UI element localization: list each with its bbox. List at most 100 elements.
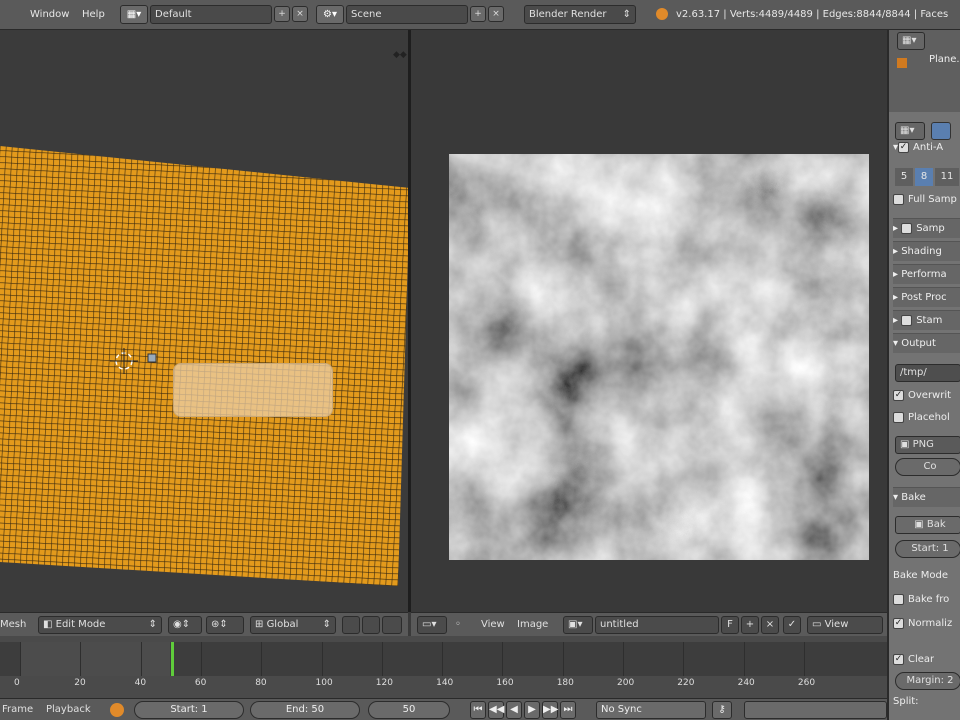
play-icon[interactable]: ▶ — [524, 701, 540, 719]
split-handle-icon[interactable]: ◆◆ — [393, 50, 408, 60]
jump-start-icon[interactable]: ⏮ — [470, 701, 486, 719]
expand-menus-icon[interactable]: ◦ — [455, 616, 461, 634]
sample-8-button[interactable]: 8 — [915, 168, 933, 186]
sync-select[interactable]: No Sync — [596, 701, 706, 719]
vertex-select-icon[interactable] — [342, 616, 360, 634]
bake-start-field[interactable]: Start: 1 — [895, 540, 960, 558]
section-shading[interactable]: ▸ Shading — [893, 241, 960, 261]
overwrite-checkbox[interactable]: ✓ — [893, 389, 904, 401]
timeline-tick-label: 40 — [134, 678, 147, 688]
fake-user-icon[interactable]: F — [721, 616, 739, 634]
remove-layout-icon[interactable]: × — [292, 6, 308, 22]
overwrite-row[interactable]: ✓ Overwrit — [893, 386, 951, 406]
viewport-shading-select[interactable]: ◉⇕ — [168, 616, 202, 634]
menu-help[interactable]: Help — [82, 6, 105, 24]
reverse-play-icon[interactable]: ◀ — [506, 701, 522, 719]
render-engine-select[interactable]: Blender Render ⇕ — [524, 5, 636, 24]
edit-mode-icon: ◧ — [43, 619, 56, 630]
scene-icon[interactable]: ⚙▾ — [316, 5, 344, 24]
editor-type-icon[interactable]: ▭▾ — [417, 616, 447, 634]
timeline-track[interactable] — [0, 642, 887, 676]
screen-layout-icon[interactable]: ▦▾ — [120, 5, 148, 24]
timeline-tick-label: 140 — [436, 678, 454, 688]
bake-from-checkbox[interactable] — [893, 593, 904, 605]
unlink-image-icon[interactable]: × — [761, 616, 779, 634]
anti-alias-checkbox[interactable]: ✓ — [898, 141, 910, 153]
menu-mesh[interactable]: Mesh — [0, 616, 26, 634]
anti-alias-row[interactable]: ▾ ✓ Anti-A — [893, 138, 943, 158]
add-scene-icon[interactable]: + — [470, 6, 486, 22]
outliner-item-plane[interactable]: Plane.0 — [929, 54, 960, 65]
remove-scene-icon[interactable]: × — [488, 6, 504, 22]
placeholders-row[interactable]: Placehol — [893, 408, 950, 428]
color-mode-button[interactable]: Co — [895, 458, 960, 476]
next-key-icon[interactable]: ▶▶ — [542, 701, 558, 719]
bake-button-label: Bak — [926, 519, 946, 530]
section-stamp[interactable]: ▸ Stam — [893, 310, 960, 330]
timeline-tick-label: 240 — [737, 678, 755, 688]
menu-playback[interactable]: Playback — [46, 701, 91, 719]
section-post-processing[interactable]: ▸ Post Proc — [893, 287, 960, 307]
jump-end-icon[interactable]: ⏭ — [560, 701, 576, 719]
record-icon[interactable] — [110, 703, 124, 717]
view-mode-select[interactable]: ▭ View — [807, 616, 883, 634]
placeholders-checkbox[interactable] — [893, 411, 904, 423]
new-image-icon[interactable]: + — [741, 616, 759, 634]
timeline-tick-label: 180 — [556, 678, 574, 688]
menu-image[interactable]: Image — [517, 616, 548, 634]
end-frame-field[interactable]: End: 50 — [250, 701, 360, 719]
pin-icon[interactable]: ✓ — [783, 616, 801, 634]
section-performance[interactable]: ▸ Performa — [893, 264, 960, 284]
image-name-field[interactable]: untitled — [595, 616, 719, 634]
timeline-gridline — [20, 642, 21, 676]
pivot-select[interactable]: ⊛⇕ — [206, 616, 244, 634]
sample-11-button[interactable]: 11 — [935, 168, 959, 186]
file-format-select[interactable]: ▣ PNG — [895, 436, 960, 454]
sample-5-button[interactable]: 5 — [895, 168, 913, 186]
add-layout-icon[interactable]: + — [274, 6, 290, 22]
full-sample-label: Full Samp — [908, 194, 957, 205]
full-sample-row[interactable]: Full Samp — [893, 190, 957, 210]
menu-view[interactable]: View — [481, 616, 505, 634]
output-path-field[interactable]: /tmp/ — [895, 364, 960, 382]
chevron-updown-icon: ⇕ — [622, 9, 631, 20]
menu-window[interactable]: Window — [30, 6, 69, 24]
timeline-tick-label: 200 — [617, 678, 635, 688]
face-select-icon[interactable] — [382, 616, 402, 634]
prev-key-icon[interactable]: ◀◀ — [488, 701, 504, 719]
section-label: Stam — [916, 315, 943, 326]
browse-image-icon[interactable]: ▣▾ — [563, 616, 593, 634]
3d-cursor-icon[interactable] — [110, 346, 170, 376]
section-output[interactable]: ▾ Output — [893, 333, 960, 353]
uv-image-editor[interactable] — [411, 30, 887, 612]
playhead[interactable] — [170, 642, 174, 676]
mode-select[interactable]: ◧ Edit Mode ⇕ — [38, 616, 162, 634]
full-sample-checkbox[interactable] — [893, 193, 904, 205]
outliner-editor-icon[interactable]: ▦▾ — [897, 32, 925, 50]
bake-from-row[interactable]: Bake fro — [893, 590, 949, 610]
3d-viewport[interactable]: ◆◆ — [0, 30, 408, 612]
scene-field[interactable]: Scene — [346, 5, 468, 24]
mesh-plane[interactable] — [0, 30, 408, 612]
section-sampled[interactable]: ▸ Samp — [893, 218, 960, 238]
keying-set-field[interactable] — [744, 701, 887, 719]
current-frame-field[interactable]: 50 — [368, 701, 450, 719]
edge-select-icon[interactable] — [362, 616, 380, 634]
section-checkbox[interactable] — [901, 222, 913, 234]
keyframe-icon[interactable]: ⚷ — [712, 701, 732, 719]
section-bake[interactable]: ▾ Bake — [893, 487, 960, 507]
section-checkbox[interactable] — [901, 314, 913, 326]
timeline[interactable]: 0 20 40 60 80 100 120 140 160 180 200 220 240 260 — [0, 636, 887, 698]
start-frame-field[interactable]: Start: 1 — [134, 701, 244, 719]
expand-arrow-icon: ▸ — [893, 269, 902, 280]
normalized-row[interactable]: ✓ Normaliz — [893, 614, 952, 634]
bake-button[interactable]: ▣ Bak — [895, 516, 960, 534]
timeline-tick-label: 120 — [375, 678, 393, 688]
margin-field[interactable]: Margin: 2 — [895, 672, 960, 690]
transform-orientation-select[interactable]: ⊞ Global ⇕ — [250, 616, 336, 634]
menu-frame[interactable]: Frame — [2, 701, 33, 719]
clear-row[interactable]: ✓ Clear — [893, 650, 934, 670]
clear-checkbox[interactable]: ✓ — [893, 653, 904, 665]
normalized-checkbox[interactable]: ✓ — [893, 617, 904, 629]
screen-layout-field[interactable]: Default — [150, 5, 272, 24]
